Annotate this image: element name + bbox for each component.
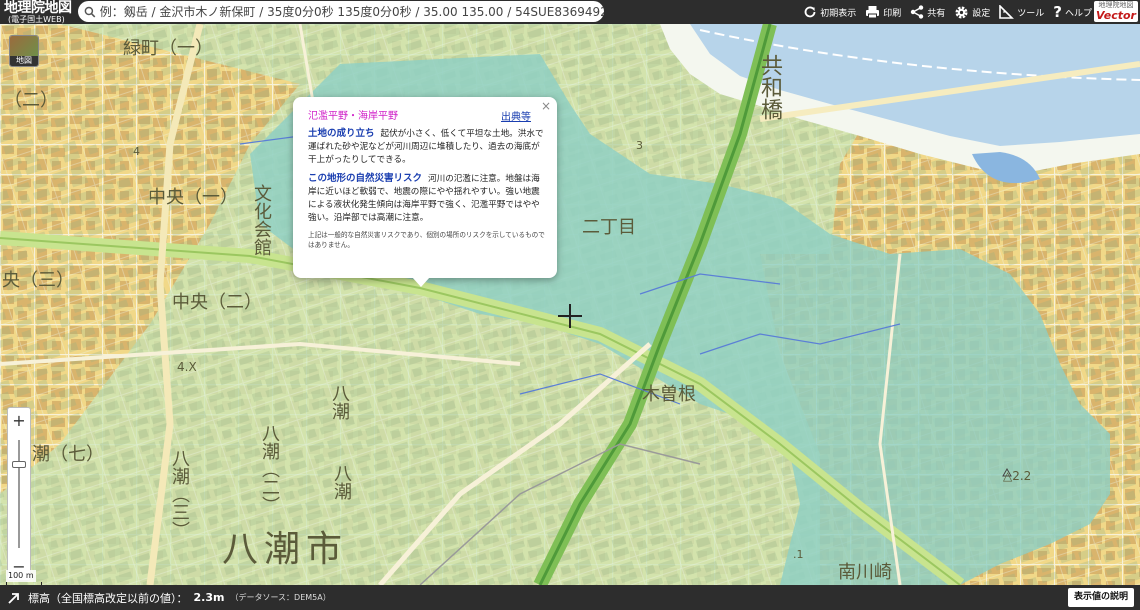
vector-map-button[interactable]: 地理院地図 Vector xyxy=(1094,1,1138,22)
header-bar: 地理院地図 (電子国土WEB) 例：剱岳 / 金沢市木ノ新保町 / 35度0分0… xyxy=(0,0,1140,24)
zoom-slider-handle[interactable] xyxy=(12,460,26,468)
popup-pointer xyxy=(412,277,430,287)
close-icon[interactable]: × xyxy=(541,99,551,113)
logo-title: 地理院地図 xyxy=(4,0,72,16)
map-label-chuo-1: 中央（一） xyxy=(148,187,238,208)
map-label-chuo-2: 中央（二） xyxy=(172,292,262,313)
map-label-yashio-3: 八潮（三） xyxy=(169,449,190,539)
map-label-yashio-2: 八潮（二） xyxy=(259,424,280,514)
map-canvas[interactable]: 緑町（一） （二） 中央（一） 中央（二） 央（三） 文化会館 二丁目 木曽根 … xyxy=(0,24,1140,585)
scale-bar: 100 m xyxy=(6,567,42,585)
expand-arrow-icon[interactable] xyxy=(8,592,20,604)
elevation-label: 標高（全国標高改定以前の値）： xyxy=(28,591,188,605)
value-explanation-button[interactable]: 表示値の説明 xyxy=(1067,588,1134,607)
map-label-num-3: 3 xyxy=(636,139,643,152)
home-label: 初期表示 xyxy=(820,8,857,19)
search-placeholder: 例：剱岳 / 金沢市木ノ新保町 / 35度0分0秒 135度0分0秒 / 35.… xyxy=(99,5,604,19)
scale-text: 100 m xyxy=(6,570,36,582)
search-input[interactable]: 例：剱岳 / 金沢市木ノ新保町 / 35度0分0秒 135度0分0秒 / 35.… xyxy=(78,1,604,22)
zoom-in-button[interactable]: + xyxy=(8,410,30,432)
share-button[interactable]: 共有 xyxy=(910,5,945,19)
map-label-kisone: 木曽根 xyxy=(642,384,696,405)
map-label-midoricho: 緑町（一） xyxy=(123,38,213,59)
map-label-nichome: 二丁目 xyxy=(582,217,636,238)
map-label-yashio-city: 八潮市 xyxy=(222,529,349,570)
vector-subtitle: 地理院地図 xyxy=(1098,1,1134,9)
print-button[interactable]: 印刷 xyxy=(865,5,901,19)
crosshair-icon xyxy=(558,304,582,328)
refresh-icon xyxy=(804,6,816,18)
map-label-ni: （二） xyxy=(4,90,58,111)
help-label: ヘルプ xyxy=(1064,8,1092,19)
map-label-num-4: 4 xyxy=(133,145,140,158)
popup-heading-origin: 土地の成り立ち xyxy=(308,128,375,139)
print-label: 印刷 xyxy=(883,8,902,19)
map-label-num-4x: 4.X xyxy=(177,360,197,374)
map-label-yashio-left: 八潮 xyxy=(331,464,352,500)
search-icon xyxy=(84,6,96,17)
map-label-yashio-1: 八潮 xyxy=(329,384,350,420)
settings-button[interactable]: 設定 xyxy=(954,5,990,20)
basemap-switch-button[interactable]: 地図 xyxy=(9,35,39,67)
map-label-bunkakaikan: 文化会館 xyxy=(251,184,272,256)
zoom-control: + − xyxy=(7,407,31,581)
measure-tools-icon xyxy=(999,5,1015,19)
printer-icon xyxy=(866,6,880,19)
popup-source-link[interactable]: 出典等 xyxy=(501,108,531,123)
basemap-thumbnail xyxy=(10,36,38,56)
map-label-yashio-7: 潮（七） xyxy=(32,444,104,465)
elevation-bar: 標高（全国標高改定以前の値）： 2.3m （データソース：DEM5A） 表示値の… xyxy=(0,585,1140,610)
map-label-num-1: .1 xyxy=(793,548,804,561)
popup-disaster-risk: この地形の自然災害リスク 河川の氾濫に注意。地盤は海岸に近いほど軟弱で、地震の際に… xyxy=(308,172,545,225)
basemap-label: 地図 xyxy=(10,56,38,66)
landform-popup: × 氾濫平野・海岸平野 出典等 土地の成り立ち 起伏が小さく、低くて平坦な土地。洪… xyxy=(293,97,557,287)
popup-heading-risk: この地形の自然災害リスク xyxy=(308,173,423,184)
elevation-source: （データソース：DEM5A） xyxy=(230,593,331,602)
share-label: 共有 xyxy=(927,8,946,19)
settings-label: 設定 xyxy=(972,8,991,19)
logo-subtitle: (電子国土WEB) xyxy=(8,15,65,24)
tools-button[interactable]: ツール xyxy=(999,5,1044,19)
help-icon: ? xyxy=(1053,2,1062,21)
toolbar: 初期表示 印刷 共有 設定 ツール ? ヘルプ xyxy=(803,0,1092,24)
gear-icon xyxy=(955,5,968,19)
help-button[interactable]: ? ヘルプ xyxy=(1053,2,1092,21)
vector-title: Vector xyxy=(1096,9,1136,22)
map-label-elevation: △2.2 xyxy=(1003,469,1032,483)
zoom-slider-track[interactable] xyxy=(18,440,20,548)
home-button[interactable]: 初期表示 xyxy=(803,5,856,19)
map-label-san: 央（三） xyxy=(2,270,74,291)
popup-landform-origin: 土地の成り立ち 起伏が小さく、低くて平坦な土地。洪水で運ばれた砂や泥などが河川周辺… xyxy=(308,127,545,167)
map-label-minamikawasaki: 南川崎 xyxy=(838,562,892,583)
app-logo[interactable]: 地理院地図 (電子国土WEB) xyxy=(4,0,72,24)
share-icon xyxy=(911,5,924,19)
tools-label: ツール xyxy=(1017,8,1045,19)
map-label-kyowabashi: 共和橋 xyxy=(757,54,782,120)
elevation-value: 2.3m xyxy=(193,591,225,604)
popup-note: 上記は一般的な自然災害リスクであり、個別の場所のリスクを示しているものではありま… xyxy=(308,231,545,249)
